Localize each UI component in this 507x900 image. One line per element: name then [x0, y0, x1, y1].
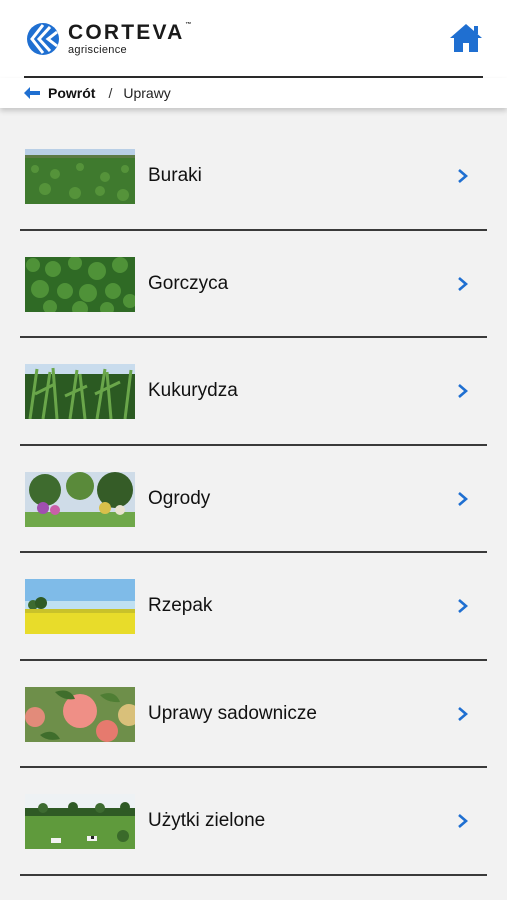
crop-item-uprawy-sadownicze[interactable]: Uprawy sadownicze — [20, 661, 487, 768]
crop-label: Użytki zielone — [148, 810, 266, 831]
crop-label: Kukurydza — [148, 380, 238, 401]
corteva-logo-mark-icon — [27, 23, 59, 55]
logo-wordmark: CORTEVA™ — [68, 21, 192, 44]
pasture-with-cows-image — [25, 794, 135, 849]
apples-image — [25, 686, 135, 742]
rapeseed-field-image — [25, 579, 135, 634]
corn-field-image — [25, 364, 135, 419]
chevron-right-icon — [458, 814, 468, 828]
mustard-leaves-image — [25, 256, 135, 312]
chevron-right-icon — [458, 169, 468, 183]
chevron-right-icon — [458, 706, 468, 721]
breadcrumb-separator: / — [108, 85, 113, 101]
crop-item-buraki[interactable]: Buraki — [20, 123, 487, 231]
corteva-logo: CORTEVA™ agriscience — [26, 21, 192, 57]
crop-label: Uprawy sadownicze — [148, 702, 317, 724]
chevron-right-icon — [458, 491, 468, 506]
crop-label: Gorczyca — [148, 272, 229, 294]
chevron-right-icon — [458, 384, 468, 398]
arrow-left-icon — [24, 87, 40, 99]
sugar-beet-field-image — [25, 149, 135, 204]
garden-image — [25, 471, 135, 527]
crop-label: Rzepak — [148, 595, 213, 616]
home-icon — [450, 24, 482, 52]
crop-item-ogrody[interactable]: Ogrody — [20, 446, 487, 553]
back-link[interactable]: Powrót — [24, 85, 95, 101]
chevron-right-icon — [458, 276, 468, 291]
home-button[interactable] — [447, 20, 485, 56]
app-header: CORTEVA™ agriscience — [0, 0, 507, 78]
crop-label: Buraki — [148, 165, 202, 186]
crop-item-rzepak[interactable]: Rzepak — [20, 553, 487, 661]
breadcrumb-current: Uprawy — [123, 85, 171, 101]
crop-list: Buraki Gorczyca Kukurydza Ogrody Rzepak … — [20, 123, 487, 876]
crop-item-gorczyca[interactable]: Gorczyca — [20, 231, 487, 338]
back-label: Powrót — [48, 85, 96, 101]
breadcrumb: Powrót / Uprawy — [0, 78, 507, 108]
chevron-right-icon — [458, 599, 468, 613]
crop-label: Ogrody — [148, 487, 211, 509]
crop-item-kukurydza[interactable]: Kukurydza — [20, 338, 487, 446]
logo-subtitle: agriscience — [68, 44, 127, 56]
crop-item-uzytki-zielone[interactable]: Użytki zielone — [20, 768, 487, 876]
